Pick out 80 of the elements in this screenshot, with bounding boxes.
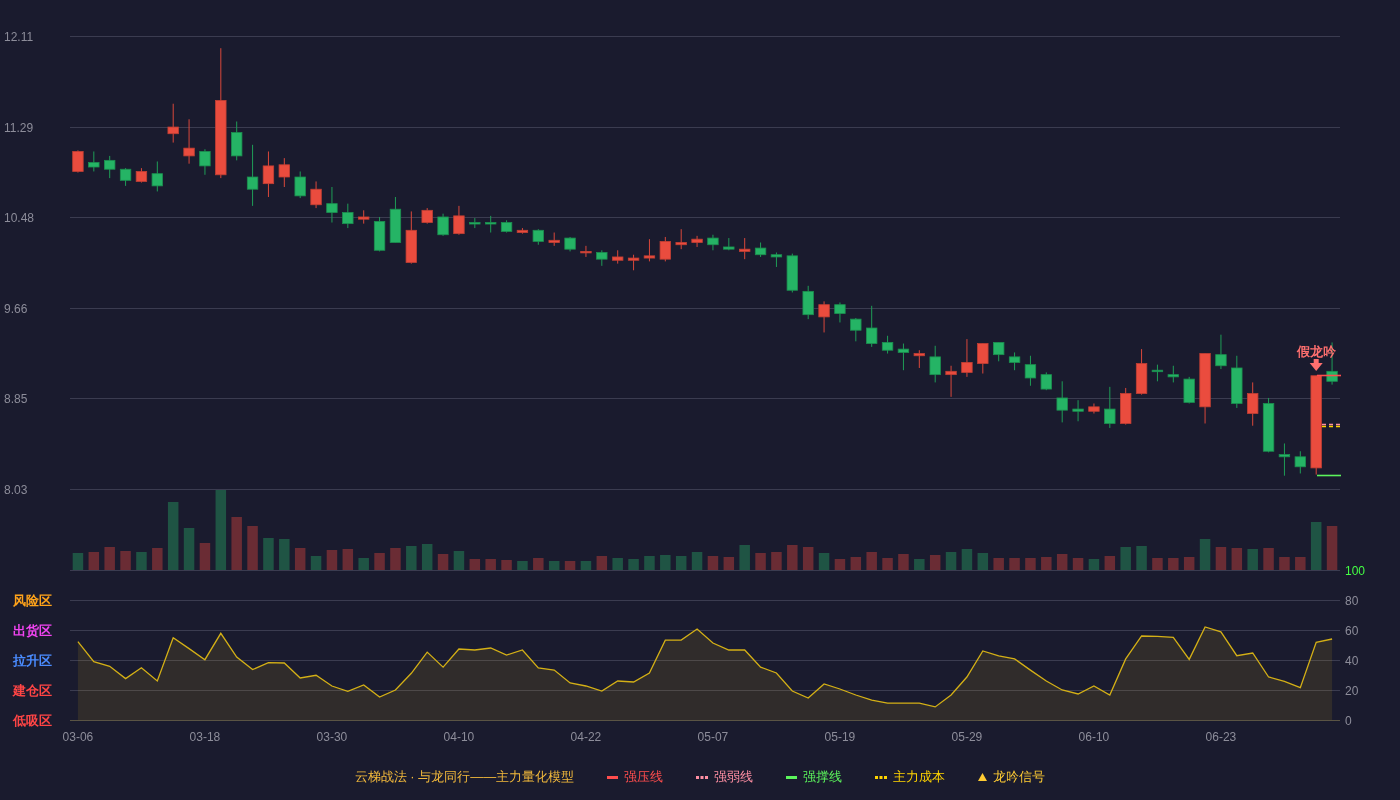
candlestick [183,118,195,165]
legend-label: 强压线 [624,768,664,786]
candlestick [453,205,465,236]
zone-label: 拉升区 [13,653,52,668]
date-label: 03-30 [316,730,348,744]
candlestick [866,305,878,348]
zone-label: 出货区 [13,623,52,638]
candlestick [294,170,306,199]
axis-label: 0 [1345,713,1352,728]
legend-label: 强撑线 [803,768,843,786]
candlestick [897,343,910,371]
candlestick [993,341,1005,362]
axis-label: 20 [1345,683,1359,698]
date-label: 06-10 [1078,730,1110,744]
candlestick [834,301,846,323]
legend-label: 强弱线 [714,768,754,786]
axis-label: 10.48 [4,210,35,225]
down-arrow-icon [1309,359,1323,371]
axis-label: 9.66 [4,301,28,316]
candlestick [1278,442,1291,477]
date-label: 06-23 [1205,730,1237,744]
candlestick [326,186,338,224]
candlestick [945,365,957,398]
legend-label: 龙吟信号 [993,768,1046,786]
axis-label: 100 [1345,563,1366,578]
candlestick [104,155,116,179]
candlestick [151,160,163,192]
candlestick [1247,381,1259,427]
candlestick [278,157,290,188]
candlestick [675,228,687,250]
candlestick [246,144,259,207]
candlestick [739,237,751,260]
candlestick [643,238,656,262]
price-level-line [1316,474,1342,477]
date-label: 05-07 [697,730,729,744]
candlestick [1294,450,1306,474]
legend-label: 主力成本 [893,768,946,786]
zone-label: 风险区 [13,593,52,608]
candlestick [88,150,100,172]
axis-label: 8.03 [4,482,28,497]
candlestick [1183,376,1195,405]
candlestick [342,203,354,229]
candlestick [1104,386,1116,429]
zone-label: 建仓区 [13,683,52,698]
candlestick [72,149,84,174]
candlestick [1056,380,1068,423]
candlestick [1024,355,1037,387]
axis-label: 12.11 [4,29,34,44]
date-label: 03-06 [62,730,94,744]
signal-label: 假龙吟 [1296,343,1336,359]
date-label: 04-22 [570,730,602,744]
axis-label: 60 [1345,623,1359,638]
axis-label: 11.29 [4,120,34,135]
candlestick [580,245,592,258]
candlestick [262,150,275,198]
candlestick [231,120,243,161]
candlestick [691,235,703,248]
candlestick [977,343,989,375]
axis-label: 8.85 [4,391,28,406]
price-level-line [1316,374,1342,377]
date-label: 04-10 [443,730,475,744]
axis-label: 80 [1345,593,1359,608]
candlestick [818,300,830,333]
candlestick [1215,334,1227,370]
candlestick [659,236,671,262]
candlestick [961,338,973,378]
candlestick [199,148,211,176]
candlestick [802,285,814,320]
date-label: 05-19 [824,730,856,744]
legend-title: 云梯战法 · 与龙同行——主力量化模型 [354,768,575,786]
date-label: 03-18 [189,730,221,744]
candlestick [929,345,941,383]
date-label: 05-29 [951,730,983,744]
axis-label: 40 [1345,653,1359,668]
candlestick [437,213,449,237]
candlestick [1072,399,1084,422]
candlestick [310,180,322,209]
candlestick [850,317,862,342]
zone-label: 低吸区 [13,713,52,728]
candlestick [167,103,179,144]
